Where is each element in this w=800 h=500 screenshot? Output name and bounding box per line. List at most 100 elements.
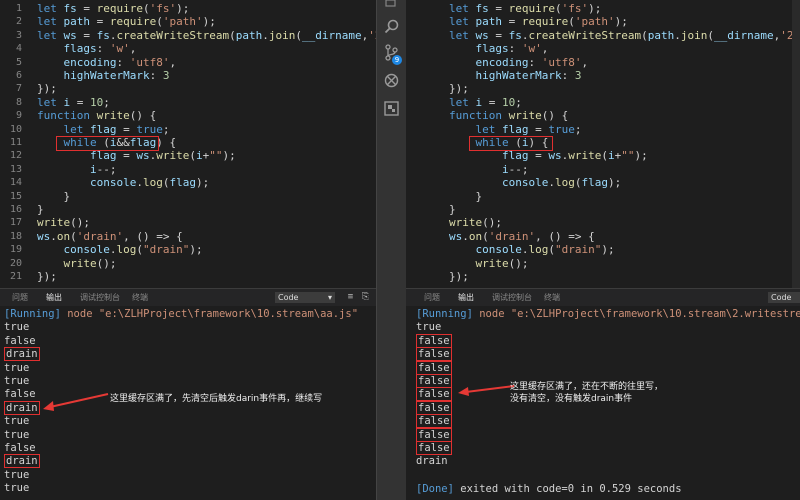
code-text: flags: 'w', <box>475 42 549 56</box>
code-line[interactable]: 12 flag = ws.write(i+""); <box>0 149 377 162</box>
code-line[interactable]: 6 highWaterMark: 3 <box>0 69 377 82</box>
code-text: let fs = require('fs'); <box>37 2 190 15</box>
code-line[interactable]: flag = ws.write(i+""); <box>406 149 800 162</box>
code-line[interactable]: ws.on('drain', () => { <box>406 230 800 243</box>
editor-scrollbar[interactable] <box>792 0 800 288</box>
code-line[interactable]: let flag = true; <box>406 123 800 136</box>
tab-debug-console[interactable]: 调试控制台 <box>80 292 120 303</box>
lock-scroll-icon[interactable]: ⎘ <box>361 293 370 302</box>
left-editor-pane: 1 let fs = require('fs'); 2 let path = requ… <box>0 0 377 500</box>
code-line[interactable]: }); <box>406 82 800 95</box>
search-icon[interactable] <box>383 18 400 35</box>
code-text: ws.on('drain', () => { <box>37 229 183 243</box>
output-line: drain <box>416 455 448 468</box>
code-line[interactable]: let fs = require('fs'); <box>406 2 800 15</box>
run-line: [Running] node "e:\ZLHProject\framework\… <box>4 308 358 321</box>
output-channel-select[interactable]: Code <box>768 292 800 303</box>
code-line[interactable]: 9 function write() { <box>0 109 377 122</box>
line-number: 17 <box>9 217 22 229</box>
code-line[interactable]: console.log(flag); <box>406 176 800 189</box>
code-line[interactable]: 15 } <box>0 190 377 203</box>
code-text: } <box>449 189 483 203</box>
highlighted-output-value: false <box>416 441 452 455</box>
tab-terminal[interactable]: 终端 <box>544 292 560 303</box>
code-line[interactable]: 11 while (i&&flag) { <box>0 136 377 149</box>
tab-debug-console[interactable]: 调试控制台 <box>492 292 532 303</box>
code-line[interactable]: 1 let fs = require('fs'); <box>0 2 377 15</box>
code-line[interactable]: 3 let ws = fs.createWriteStream(path.join… <box>0 29 377 42</box>
output-value: true <box>4 428 30 441</box>
chevron-down-icon: ▾ <box>327 293 332 302</box>
code-line[interactable]: 16} <box>0 203 377 216</box>
tab-output[interactable]: 输出 <box>458 292 474 303</box>
output-line: false <box>4 442 36 455</box>
tab-problems[interactable]: 问题 <box>12 292 28 303</box>
code-text: let path = require('path'); <box>449 15 628 29</box>
code-text: }); <box>37 82 57 96</box>
code-line[interactable]: i--; <box>406 163 800 176</box>
code-text: let ws = fs.createWriteStream(path.join(… <box>449 28 800 42</box>
code-line[interactable]: 4 flags: 'w', <box>0 42 377 55</box>
highlighted-output-value: false <box>416 360 452 375</box>
code-line[interactable]: write(); <box>406 257 800 270</box>
code-line[interactable]: 5 encoding: 'utf8', <box>0 56 377 69</box>
output-channel-select[interactable]: Code ▾ <box>275 292 335 303</box>
code-line[interactable]: encoding: 'utf8', <box>406 56 800 69</box>
done-tag: [Done] <box>416 483 454 495</box>
output-line: true <box>4 429 29 442</box>
line-number: 4 <box>15 43 22 55</box>
code-line[interactable]: while (i) { <box>406 136 800 149</box>
code-line[interactable]: let path = require('path'); <box>406 15 800 28</box>
run-command: node "e:\ZLHProject\framework\10.stream\… <box>60 308 359 320</box>
output-value: false <box>4 388 36 401</box>
extensions-icon[interactable] <box>383 100 400 117</box>
code-line[interactable]: 10 let flag = true; <box>0 123 377 136</box>
line-number: 3 <box>15 29 22 41</box>
code-line[interactable]: 21}); <box>0 270 377 283</box>
line-number: 13 <box>9 163 22 175</box>
code-line[interactable]: 20 write(); <box>0 257 377 270</box>
code-line[interactable]: let ws = fs.createWriteStream(path.join(… <box>406 29 800 42</box>
code-text: let flag = true; <box>63 122 170 136</box>
code-line[interactable]: 14 console.log(flag); <box>0 176 377 189</box>
code-line[interactable]: }); <box>406 270 800 283</box>
output-value: true <box>4 415 30 428</box>
tab-terminal[interactable]: 终端 <box>132 292 148 303</box>
tab-output[interactable]: 输出 <box>46 292 62 303</box>
code-line[interactable]: } <box>406 190 800 203</box>
code-text: console.log(flag); <box>501 176 622 190</box>
panel-tab-bar: 问题 输出 调试控制台 终端 Code ▾ ≡ ⎘ <box>0 288 377 306</box>
highlighted-output-value: drain <box>4 400 40 415</box>
explorer-icon[interactable] <box>383 0 400 8</box>
output-channel-label: Code <box>771 293 792 302</box>
code-line[interactable]: function write() { <box>406 109 800 122</box>
panel-tab-bar: 问题 输出 调试控制台 终端 Code <box>406 288 800 306</box>
debug-icon[interactable] <box>383 72 400 89</box>
code-editor[interactable]: 1 let fs = require('fs'); 2 let path = requ… <box>0 0 377 288</box>
output-value: true <box>416 321 442 334</box>
code-line[interactable]: let i = 10; <box>406 96 800 109</box>
code-text: write(); <box>449 216 502 230</box>
code-line[interactable]: 8 let i = 10; <box>0 96 377 109</box>
tab-problems[interactable]: 问题 <box>424 292 440 303</box>
code-line[interactable]: 18 ws.on('drain', () => { <box>0 230 377 243</box>
code-line[interactable]: 7}); <box>0 82 377 95</box>
code-line[interactable]: } <box>406 203 800 216</box>
code-line[interactable]: highWaterMark: 3 <box>406 69 800 82</box>
code-line[interactable]: write(); <box>406 216 800 229</box>
line-number: 20 <box>9 257 22 269</box>
code-line[interactable]: flags: 'w', <box>406 42 800 55</box>
code-line[interactable]: 13 i--; <box>0 163 377 176</box>
code-line[interactable]: 2 let path = require('path'); <box>0 15 377 28</box>
highlighted-output-value: drain <box>4 454 40 469</box>
code-editor[interactable]: let fs = require('fs'); let path = requir… <box>406 0 800 288</box>
code-text: encoding: 'utf8', <box>475 55 589 69</box>
line-number: 7 <box>15 83 22 95</box>
output-value: true <box>4 482 30 495</box>
line-number: 10 <box>9 123 22 135</box>
code-line[interactable]: 19 console.log("drain"); <box>0 243 377 256</box>
code-line[interactable]: 17 write(); <box>0 216 377 229</box>
line-number: 15 <box>9 190 22 202</box>
clear-output-icon[interactable]: ≡ <box>346 293 355 302</box>
code-line[interactable]: console.log("drain"); <box>406 243 800 256</box>
